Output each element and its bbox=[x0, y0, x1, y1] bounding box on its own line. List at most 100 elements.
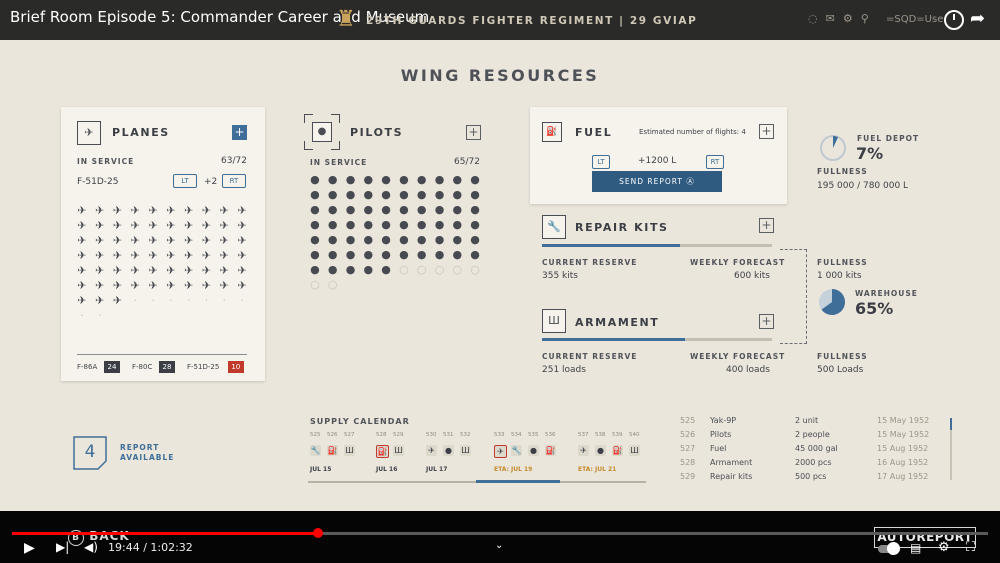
planes-grid: ✈ ✈ ✈ ✈ ✈ ✈ ✈ ✈ ✈ ✈ ✈ ✈ ✈ ✈ ✈ ✈ ✈ ✈ ✈ ✈ ✈ ✈ ✈ ✈ ✈ ✈ ✈ ✈ ✈ ✈ ✈ ✈ ✈ ✈ ✈ ✈ ✈ ✈ ✈ ✈… bbox=[73, 203, 251, 323]
pilot-unit-icon: ● bbox=[434, 188, 445, 201]
plane-unit-icon: ✈ bbox=[219, 264, 229, 277]
top-icons[interactable]: ◌✉⚙⚲ bbox=[808, 12, 877, 25]
plane-rt-button[interactable]: RT bbox=[222, 174, 246, 188]
ammo-icon: Ш bbox=[542, 309, 566, 333]
plane-unit-icon: ✈ bbox=[112, 204, 123, 217]
user-label[interactable]: =SQD=Use bbox=[886, 14, 943, 25]
plane-unit-icon: ✈ bbox=[237, 279, 247, 292]
plane-unit-icon: ✈ bbox=[201, 219, 212, 232]
share-icon[interactable]: ➦ bbox=[970, 8, 985, 29]
send-report-button[interactable]: SEND REPORT Ⓐ bbox=[592, 171, 722, 192]
plane-unit-icon: ✈ bbox=[201, 279, 212, 292]
plane-unit-icon: ✈ bbox=[148, 204, 158, 217]
user-icon[interactable]: ⚲ bbox=[861, 12, 877, 25]
fuel-fullness-value: 195 000 / 780 000 L bbox=[817, 181, 909, 191]
fuel-depot-label: FUEL DEPOT bbox=[857, 134, 920, 143]
fuel-fullness-label: FULLNESS bbox=[817, 167, 868, 176]
supply-scrollbar[interactable] bbox=[950, 418, 952, 480]
armament-reserve-label: CURRENT RESERVE bbox=[542, 352, 638, 361]
plane-unit-icon: ✈ bbox=[148, 234, 158, 247]
autoplay-toggle[interactable] bbox=[878, 542, 900, 555]
add-plane-button[interactable]: + bbox=[232, 125, 247, 140]
pilot-unit-icon: ● bbox=[434, 218, 445, 231]
settings-icon[interactable]: ⚙ bbox=[843, 12, 861, 25]
add-armament-button[interactable]: + bbox=[759, 314, 774, 329]
regiment-title: 29TH GUARDS FIGHTER REGIMENT | 29 GVIAP bbox=[366, 15, 698, 27]
calendar-shipment-icon[interactable]: ● bbox=[528, 445, 539, 456]
calendar-shipment-icon[interactable]: ✈ bbox=[426, 445, 437, 456]
fuel-lt-button[interactable]: LT bbox=[592, 155, 610, 169]
add-pilot-button[interactable]: + bbox=[466, 125, 481, 140]
repair-forecast-value: 600 kits bbox=[734, 271, 770, 281]
calendar-shipment-number: 530 bbox=[426, 432, 437, 438]
supply-calendar-title: SUPPLY CALENDAR bbox=[310, 417, 410, 426]
chat-icon[interactable]: ◌ bbox=[808, 12, 826, 25]
pilot-unit-icon: ● bbox=[363, 173, 374, 186]
plane-unit-icon: ✈ bbox=[130, 279, 140, 292]
volume-icon[interactable]: ◀) bbox=[84, 540, 98, 554]
regiment-crest-icon: ♜ bbox=[336, 7, 356, 32]
plane-unit-icon: ✈ bbox=[148, 219, 158, 232]
plane-unit-icon: · bbox=[80, 309, 84, 322]
calendar-shipment-icon[interactable]: 🔧 bbox=[511, 445, 522, 456]
supply-cell: Fuel bbox=[710, 444, 727, 453]
calendar-shipment-icon[interactable]: Ш bbox=[393, 445, 404, 456]
pilot-unit-icon: ● bbox=[345, 263, 356, 276]
plane-unit-icon: ✈ bbox=[112, 234, 123, 247]
calendar-shipment-icon[interactable]: ⛽ bbox=[545, 445, 556, 456]
pilot-unit-icon: ● bbox=[345, 233, 356, 246]
a-button-icon: Ⓐ bbox=[686, 177, 695, 186]
pilot-unit-icon: ● bbox=[363, 203, 374, 216]
calendar-shipment-icon[interactable]: ✈ bbox=[578, 445, 589, 456]
repair-fullness-label: FULLNESS bbox=[817, 258, 868, 267]
pilot-unit-icon: ● bbox=[345, 218, 356, 231]
calendar-shipment-icon[interactable]: ⛽ bbox=[376, 445, 389, 458]
planes-in-service-count: 63/72 bbox=[221, 156, 247, 166]
add-repair-button[interactable]: + bbox=[759, 218, 774, 233]
calendar-shipment-icon[interactable]: 🔧 bbox=[310, 445, 321, 456]
calendar-shipment-icon[interactable]: ⛽ bbox=[612, 445, 623, 456]
calendar-shipment-icon[interactable]: ● bbox=[443, 445, 454, 456]
repair-reserve-label: CURRENT RESERVE bbox=[542, 258, 638, 267]
pilot-unit-icon: ● bbox=[327, 218, 338, 231]
next-icon[interactable]: ▶| bbox=[56, 540, 69, 554]
play-icon[interactable]: ▶ bbox=[24, 540, 35, 556]
pilot-unit-icon: ○ bbox=[327, 278, 338, 291]
fuel-card: ⛽ FUEL Estimated number of flights: 4 + … bbox=[530, 107, 787, 204]
video-progress-bar[interactable] bbox=[12, 532, 988, 535]
captions-icon[interactable]: ▤ bbox=[910, 541, 921, 555]
plane-unit-icon: ✈ bbox=[184, 279, 194, 292]
mail-icon[interactable]: ✉ bbox=[826, 12, 843, 25]
chevron-down-icon[interactable]: ⌄ bbox=[495, 540, 503, 551]
pilot-unit-icon: ● bbox=[416, 248, 427, 261]
supply-cell: Pilots bbox=[710, 430, 732, 439]
plane-lt-button[interactable]: LT bbox=[173, 174, 197, 188]
supply-cell: Armament bbox=[710, 458, 753, 467]
calendar-shipment-icon[interactable]: Ш bbox=[460, 445, 471, 456]
calendar-shipment-icon[interactable]: ⛽ bbox=[327, 445, 338, 456]
calendar-shipment-icon[interactable]: ✈ bbox=[494, 445, 507, 458]
fuel-rt-button[interactable]: RT bbox=[706, 155, 724, 169]
calendar-shipment-icon[interactable]: Ш bbox=[344, 445, 355, 456]
calendar-shipment-icon[interactable]: Ш bbox=[629, 445, 640, 456]
calendar-shipment-icon[interactable]: ● bbox=[595, 445, 606, 456]
pilot-unit-icon: ● bbox=[363, 218, 374, 231]
pilot-unit-icon: ● bbox=[381, 263, 391, 276]
pilot-unit-icon: ● bbox=[470, 218, 480, 231]
plane-unit-icon: · bbox=[240, 294, 244, 307]
settings-gear-icon[interactable]: ⚙ bbox=[938, 540, 950, 555]
watch-later-icon[interactable] bbox=[944, 10, 964, 30]
fuel-icon: ⛽ bbox=[542, 122, 562, 142]
fuel-title: FUEL bbox=[575, 126, 613, 139]
plane-unit-icon: ✈ bbox=[112, 279, 123, 292]
pilot-unit-icon: ● bbox=[381, 218, 391, 231]
calendar-shipment-number: 538 bbox=[595, 432, 606, 438]
supply-cell: 17 Aug 1952 bbox=[877, 472, 929, 481]
plane-unit-icon: ✈ bbox=[95, 219, 105, 232]
page-title: WING RESOURCES bbox=[400, 66, 600, 85]
add-fuel-button[interactable]: + bbox=[759, 124, 774, 139]
plane-unit-icon: ✈ bbox=[184, 204, 194, 217]
pilot-unit-icon: ● bbox=[434, 248, 445, 261]
pilot-unit-icon: ● bbox=[363, 233, 374, 246]
fullscreen-icon[interactable]: ⛶ bbox=[966, 540, 975, 555]
